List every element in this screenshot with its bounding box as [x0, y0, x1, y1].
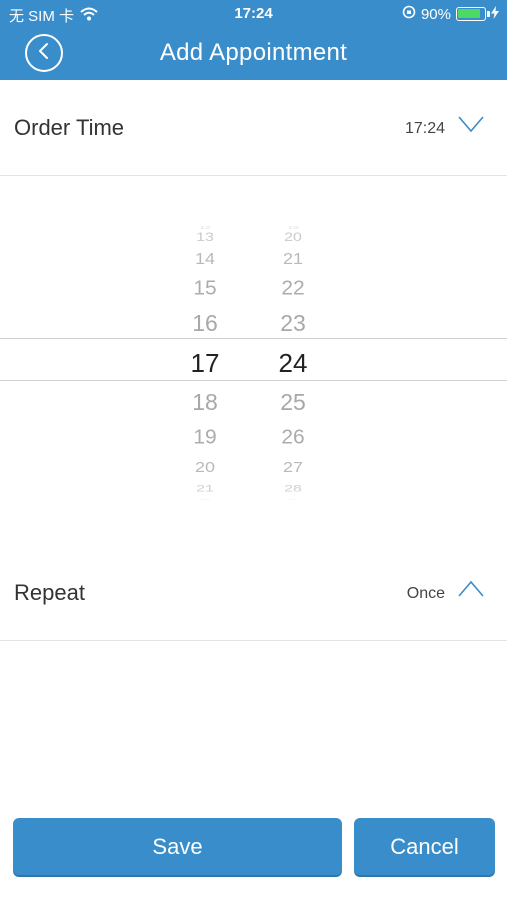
status-right: 90% [402, 5, 499, 23]
hour-option[interactable]: 13 [170, 232, 240, 244]
charging-bolt-icon [491, 5, 499, 23]
page-title: Add Appointment [159, 39, 348, 66]
hour-option-selected[interactable]: 17 [170, 350, 240, 376]
hour-option[interactable]: 19 [170, 427, 240, 447]
hour-option[interactable]: 16 [170, 311, 240, 335]
minute-option[interactable]: 22 [258, 278, 328, 298]
order-time-row[interactable]: Order Time 17:24 [0, 80, 507, 176]
minute-option[interactable]: 23 [258, 311, 328, 335]
battery-percent: 90% [420, 5, 451, 23]
nav-bar: Add Appointment [0, 28, 507, 80]
order-time-value: 17:24 [404, 120, 445, 137]
chevron-up-icon[interactable] [457, 579, 485, 599]
minute-wheel[interactable]: 1920 21 22 23 24 25 26 27 28 29 [258, 220, 328, 500]
hour-option[interactable]: 18 [170, 390, 240, 414]
hour-option[interactable]: 15 [170, 278, 240, 298]
save-button[interactable]: Save [13, 818, 342, 875]
battery-icon [456, 7, 490, 21]
minute-option[interactable]: 28 [258, 484, 328, 494]
picker-selection-bottom-line [0, 380, 507, 381]
hour-option[interactable]: 20 [170, 460, 240, 475]
status-bar: 无 SIM 卡 17:24 90% [0, 0, 507, 28]
minute-option[interactable]: 21 [258, 251, 328, 266]
cancel-button[interactable]: Cancel [354, 818, 495, 875]
header: 无 SIM 卡 17:24 90% Add Appointment [0, 0, 507, 80]
minute-option[interactable]: 27 [258, 460, 328, 475]
orientation-lock-icon [402, 5, 416, 23]
hour-option[interactable]: 22 [170, 499, 240, 500]
hour-option[interactable]: 14 [170, 251, 240, 266]
minute-option[interactable]: 25 [258, 390, 328, 414]
battery-fill [458, 9, 480, 18]
minute-option-selected[interactable]: 24 [258, 350, 328, 376]
minute-option[interactable]: 26 [258, 427, 328, 447]
time-picker[interactable]: 1213141516171819202122 19202122232425262… [0, 220, 507, 500]
battery-nub [487, 11, 490, 17]
minute-option[interactable]: 19 [258, 226, 328, 231]
repeat-row[interactable]: Repeat Once [0, 545, 507, 641]
chevron-down-icon[interactable] [457, 114, 485, 134]
minute-option[interactable]: 20 [258, 232, 328, 244]
hour-wheel[interactable]: 1213 14 15 16 17 18 19 20 21 22 [170, 220, 240, 500]
order-time-label: Order Time [14, 115, 125, 140]
minute-option[interactable]: 29 [258, 499, 328, 500]
hour-option[interactable]: 21 [170, 484, 240, 494]
hour-option[interactable]: 12 [170, 226, 240, 231]
picker-selection-top-line [0, 338, 507, 339]
repeat-value: Once [406, 585, 445, 602]
repeat-label: Repeat [14, 580, 85, 605]
